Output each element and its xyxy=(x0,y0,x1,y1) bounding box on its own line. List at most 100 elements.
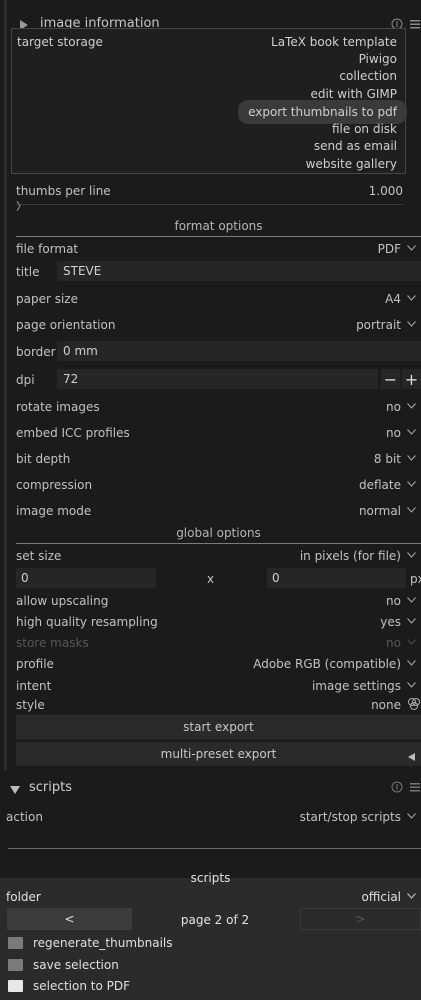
storage-option-piwigo[interactable]: Piwigo xyxy=(359,51,397,68)
file-format-dropdown[interactable]: file format PDF xyxy=(16,238,416,260)
checkbox-icon[interactable] xyxy=(8,959,23,971)
image-mode-dropdown[interactable]: image mode normal xyxy=(16,500,416,522)
dpi-increment-button[interactable]: + xyxy=(402,369,421,389)
folder-label: folder xyxy=(6,890,41,904)
chevron-down-icon xyxy=(407,455,416,463)
allow-upscaling-dropdown[interactable]: allow upscaling no xyxy=(16,590,416,612)
scripts-header[interactable]: scripts xyxy=(0,773,421,801)
script-item-selection-to-pdf[interactable]: selection to PDF xyxy=(8,976,130,996)
embed-icc-dropdown[interactable]: embed ICC profiles no xyxy=(16,422,416,444)
format-options-title: format options xyxy=(16,217,421,237)
folder-value: official xyxy=(361,890,401,904)
title-label: title xyxy=(16,265,40,279)
presets-menu-icon[interactable] xyxy=(409,18,421,33)
profile-value: Adobe RGB (compatible) xyxy=(253,657,401,671)
compression-value: deflate xyxy=(359,478,401,492)
height-input[interactable]: 0 xyxy=(267,568,406,588)
dpi-decrement-button[interactable]: − xyxy=(381,369,400,389)
script-item-label: selection to PDF xyxy=(33,979,130,993)
page-orientation-label: page orientation xyxy=(16,318,116,332)
script-action-dropdown[interactable]: action start/stop scripts xyxy=(6,806,416,828)
scripts-subtitle: scripts xyxy=(190,871,231,885)
rotate-images-dropdown[interactable]: rotate images no xyxy=(16,396,416,418)
start-export-label: start export xyxy=(183,720,254,734)
embed-icc-value: no xyxy=(386,426,401,440)
compression-dropdown[interactable]: compression deflate xyxy=(16,474,416,496)
start-export-button[interactable]: start export xyxy=(16,715,421,739)
image-mode-label: image mode xyxy=(16,504,92,518)
checkbox-icon[interactable] xyxy=(8,937,23,949)
hq-resampling-dropdown[interactable]: high quality resampling yes xyxy=(16,611,416,633)
profile-dropdown[interactable]: profile Adobe RGB (compatible) xyxy=(16,653,416,675)
thumbs-slider-track[interactable] xyxy=(16,204,403,205)
multi-preset-export-button[interactable]: multi-preset export xyxy=(16,742,421,766)
scripts-divider xyxy=(8,848,421,849)
store-masks-label: store masks xyxy=(16,636,89,650)
reset-icon[interactable] xyxy=(391,781,403,796)
title-input-value: STEVE xyxy=(63,264,102,278)
action-label: action xyxy=(6,810,43,824)
intent-label: intent xyxy=(16,679,52,693)
page-indicator: page 2 of 2 xyxy=(180,913,250,927)
scrollbar[interactable] xyxy=(4,0,7,770)
storage-option-email[interactable]: send as email xyxy=(314,138,397,155)
dpi-label: dpi xyxy=(16,373,35,387)
chevron-down-icon xyxy=(407,552,416,560)
target-storage-dropdown[interactable]: target storage LaTeX book template Piwig… xyxy=(11,28,407,174)
border-input[interactable]: 0 mm xyxy=(57,341,421,361)
folder-dropdown[interactable]: folder official xyxy=(6,886,416,908)
presets-menu-icon[interactable] xyxy=(409,781,421,796)
chevron-down-icon xyxy=(407,682,416,690)
next-page-label: > xyxy=(355,912,366,926)
dpi-input[interactable]: 72 xyxy=(57,369,378,389)
script-item-regenerate-thumbnails[interactable]: regenerate_thumbnails xyxy=(8,933,173,953)
allow-upscaling-label: allow upscaling xyxy=(16,594,109,608)
thumbs-per-line-value: 1.000 xyxy=(368,184,403,198)
minus-icon: − xyxy=(383,369,398,389)
page-orientation-value: portrait xyxy=(356,318,401,332)
chevron-down-icon xyxy=(407,618,416,626)
chevron-down-icon xyxy=(407,597,416,605)
size-separator: x xyxy=(207,572,215,586)
width-input[interactable]: 0 xyxy=(16,568,156,588)
title-input[interactable]: STEVE xyxy=(57,261,421,281)
thumbs-per-line-slider[interactable]: thumbs per line 1.000 xyxy=(16,180,403,202)
embed-icc-label: embed ICC profiles xyxy=(16,426,130,440)
previous-page-button[interactable]: < xyxy=(7,908,132,930)
script-item-save-selection[interactable]: save selection xyxy=(8,955,119,975)
storage-option-website-gallery[interactable]: website gallery xyxy=(306,156,397,173)
triangle-left-icon xyxy=(408,750,415,764)
chevron-down-icon xyxy=(407,429,416,437)
set-size-dropdown[interactable]: set size in pixels (for file) xyxy=(16,545,416,567)
style-dropdown[interactable]: style none xyxy=(16,694,421,716)
file-format-value: PDF xyxy=(377,242,401,256)
size-unit-label: px xyxy=(410,572,421,586)
thumbs-per-line-label: thumbs per line xyxy=(16,184,111,198)
chevron-down-icon xyxy=(407,403,416,411)
paper-size-dropdown[interactable]: paper size A4 xyxy=(16,288,416,310)
set-size-value: in pixels (for file) xyxy=(299,549,401,563)
plus-icon: + xyxy=(404,369,419,389)
store-masks-dropdown: store masks no xyxy=(16,632,416,654)
page-orientation-dropdown[interactable]: page orientation portrait xyxy=(16,314,416,336)
file-format-label: file format xyxy=(16,242,79,256)
intent-value: image settings xyxy=(311,679,401,693)
bit-depth-dropdown[interactable]: bit depth 8 bit xyxy=(16,448,416,470)
script-item-label: save selection xyxy=(33,958,119,972)
storage-option-file-on-disk[interactable]: file on disk xyxy=(332,121,397,138)
width-input-value: 0 xyxy=(21,571,29,585)
slider-marker-icon xyxy=(16,200,22,214)
paper-size-value: A4 xyxy=(385,292,401,306)
next-page-button[interactable]: > xyxy=(300,908,421,930)
storage-option-collection[interactable]: collection xyxy=(339,68,397,85)
chevron-down-icon xyxy=(407,813,416,821)
rotate-images-value: no xyxy=(386,400,401,414)
chevron-down-icon xyxy=(407,893,416,901)
collapse-arrow-icon xyxy=(10,783,20,797)
hq-resampling-value: yes xyxy=(380,615,401,629)
checkbox-icon[interactable] xyxy=(8,980,23,992)
action-value: start/stop scripts xyxy=(299,810,401,824)
chevron-down-icon xyxy=(407,507,416,515)
scripts-header-title: scripts xyxy=(29,780,72,795)
storage-option-latex[interactable]: LaTeX book template xyxy=(271,34,397,51)
